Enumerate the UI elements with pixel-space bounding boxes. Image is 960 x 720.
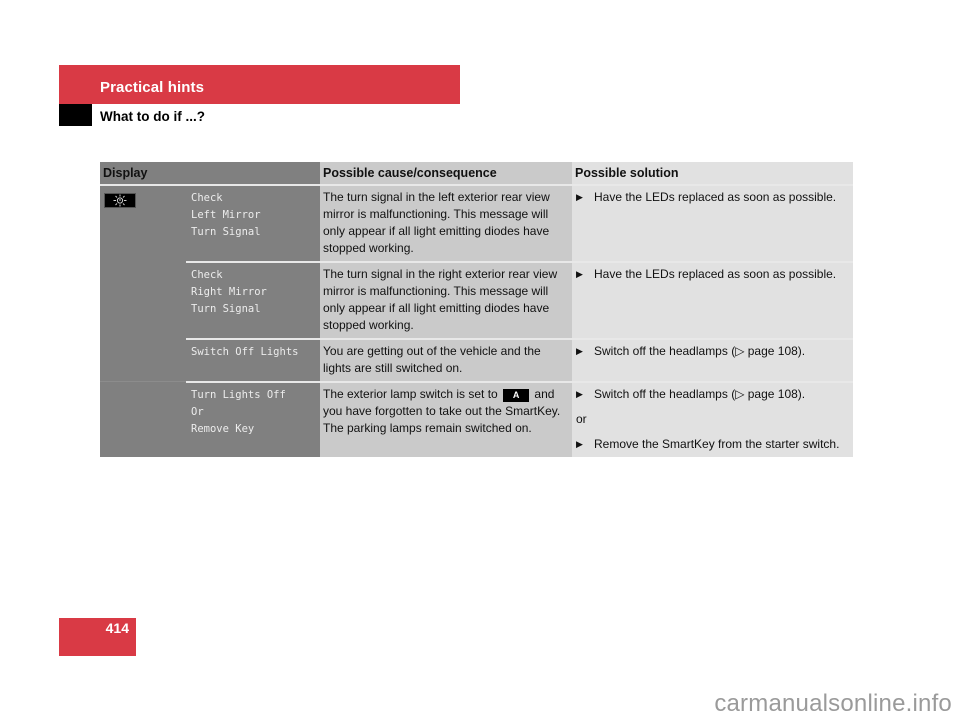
bullet-arrow-icon: ▶	[576, 439, 583, 449]
cause-text: The exterior lamp switch is set to	[323, 387, 498, 401]
bullet-arrow-icon: ▶	[576, 269, 583, 279]
header-display-message	[186, 162, 320, 184]
table-header-row: Display Possible cause/consequence Possi…	[100, 162, 853, 184]
watermark: carmanualsonline.info	[714, 690, 952, 717]
table-row: Check Left Mirror Turn Signal The turn s…	[100, 184, 853, 261]
display-icon-cell	[100, 263, 186, 338]
table-row: Turn Lights Off Or Remove Key The exteri…	[100, 381, 853, 457]
header-cause: Possible cause/consequence	[320, 162, 572, 184]
page-subtitle: What to do if ...?	[100, 109, 205, 124]
display-message: Turn Lights Off Or Remove Key	[186, 381, 320, 457]
cause-text: The turn signal in the left exterior rea…	[320, 186, 572, 261]
solution-text: Remove the SmartKey from the starter swi…	[594, 437, 840, 451]
display-icon-cell	[100, 382, 186, 457]
solution-cell: ▶ Switch off the headlamps (▷ page 108).…	[572, 381, 853, 457]
solution-cell: ▶ Have the LEDs replaced as soon as poss…	[572, 186, 853, 261]
solution-separator: or	[576, 412, 587, 426]
lamp-switch-auto-icon: A	[503, 389, 530, 402]
cause-text: You are getting out of the vehicle and t…	[320, 338, 572, 381]
solution-text: Have the LEDs replaced as soon as possib…	[594, 267, 837, 281]
solution-step: ▶ Switch off the headlamps (▷ page 108).	[576, 343, 849, 360]
display-message: Switch Off Lights	[186, 338, 320, 381]
subtitle-marker	[59, 104, 92, 126]
troubleshooting-table: Display Possible cause/consequence Possi…	[100, 162, 853, 457]
header-display: Display	[100, 162, 186, 184]
solution-step: ▶ Have the LEDs replaced as soon as poss…	[576, 189, 849, 206]
solution-step: ▶ Have the LEDs replaced as soon as poss…	[576, 266, 849, 283]
cause-text-cell: The exterior lamp switch is set to A and…	[320, 381, 572, 457]
page-number: 414	[105, 620, 129, 636]
solution-step: ▶ Switch off the headlamps (▷ page 108).	[576, 386, 849, 403]
cause-text: The turn signal in the right exterior re…	[320, 261, 572, 338]
solution-step: ▶ Remove the SmartKey from the starter s…	[576, 436, 849, 453]
turn-signal-lamp-icon	[104, 193, 136, 208]
solution-cell: ▶ Switch off the headlamps (▷ page 108).	[572, 338, 853, 381]
section-title: Practical hints	[100, 79, 205, 96]
display-message: Check Right Mirror Turn Signal	[186, 261, 320, 334]
table-row: Switch Off Lights You are getting out of…	[100, 338, 853, 381]
display-icon-cell	[100, 186, 186, 261]
bullet-arrow-icon: ▶	[576, 192, 583, 202]
display-icon-cell	[100, 340, 186, 381]
table-row: Check Right Mirror Turn Signal The turn …	[100, 261, 853, 338]
bullet-arrow-icon: ▶	[576, 389, 583, 399]
display-message: Check Left Mirror Turn Signal	[186, 186, 320, 257]
solution-text: Switch off the headlamps (▷ page 108).	[594, 387, 806, 401]
bullet-arrow-icon: ▶	[576, 346, 583, 356]
solution-text: Switch off the headlamps (▷ page 108).	[594, 344, 806, 358]
header-solution: Possible solution	[572, 162, 853, 184]
solution-cell: ▶ Have the LEDs replaced as soon as poss…	[572, 261, 853, 338]
solution-text: Have the LEDs replaced as soon as possib…	[594, 190, 837, 204]
